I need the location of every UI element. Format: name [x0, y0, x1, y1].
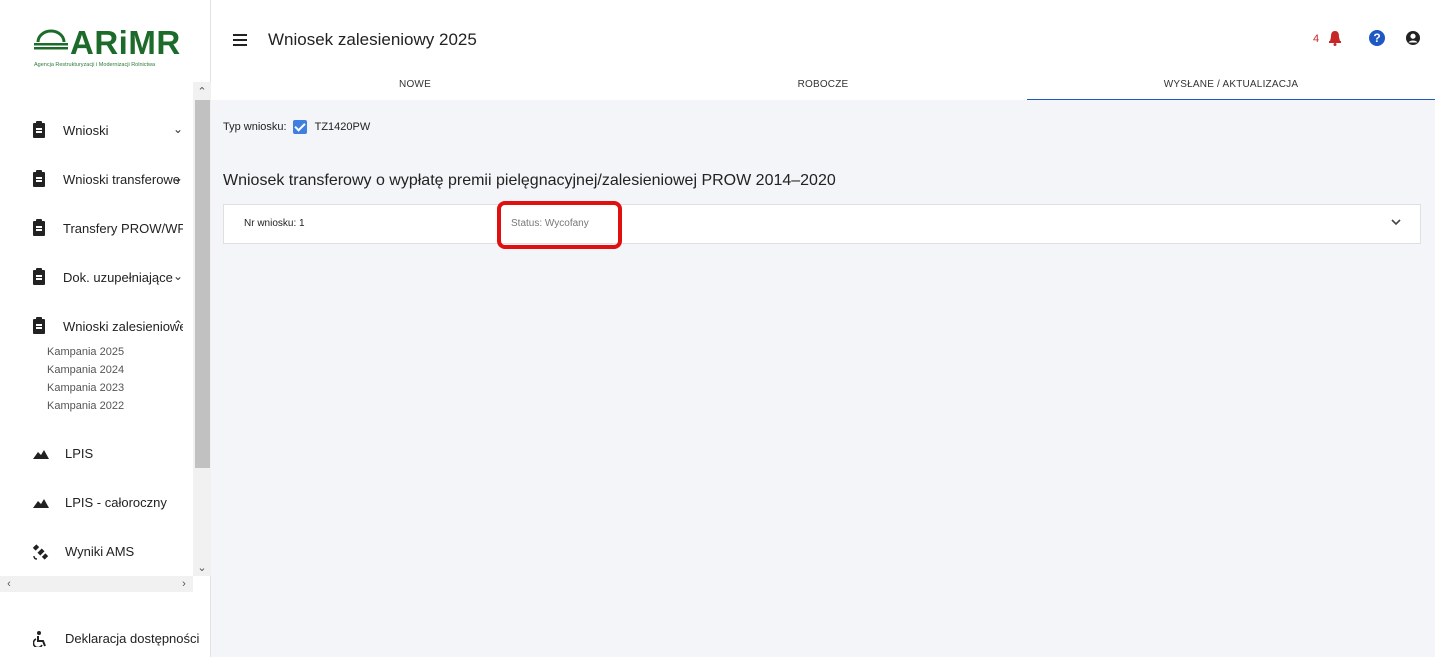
chevron-up-icon: ⌃	[172, 318, 183, 332]
chevron-down-icon: ⌄	[172, 122, 183, 136]
tab-wyslane-aktualizacja[interactable]: WYSŁANE / AKTUALIZACJA	[1027, 70, 1435, 100]
clipboard-icon	[33, 170, 45, 187]
notification-count-badge[interactable]: 4	[1313, 33, 1319, 45]
sidebar-item-wnioski-zalesieniowe[interactable]: Wnioski zalesieniowe ⌃	[0, 302, 193, 351]
submenu-item-kampania-2023[interactable]: Kampania 2023	[47, 379, 193, 397]
scroll-right-icon[interactable]: ›	[175, 576, 193, 592]
sidebar-menu: Wnioski ⌄ Wnioski transferowe ⌄ Transfer…	[0, 106, 193, 576]
chevron-down-icon: ⌄	[172, 171, 183, 185]
main-content: Typ wniosku: TZ1420PW Wniosek transferow…	[211, 100, 1435, 657]
mountain-icon	[33, 498, 49, 508]
type-checkbox[interactable]	[292, 120, 307, 134]
tab-robocze[interactable]: ROBOCZE	[619, 70, 1027, 100]
hamburger-menu-icon[interactable]	[233, 34, 247, 46]
logo-subtitle: Agencja Restrukturyzacji i Modernizacji …	[34, 62, 156, 68]
sidebar-item-lpis[interactable]: LPIS	[0, 429, 193, 478]
status-highlight-annotation	[497, 201, 622, 249]
sidebar-item-wnioski[interactable]: Wnioski ⌄	[0, 106, 193, 155]
scroll-up-icon[interactable]: ⌃	[193, 84, 211, 100]
scroll-down-icon[interactable]: ⌄	[193, 560, 211, 576]
logo-mark-icon	[34, 29, 68, 50]
sidebar-item-accessibility[interactable]: Deklaracja dostępności	[0, 620, 211, 657]
sidebar-scrollbar-horizontal[interactable]	[0, 576, 193, 592]
scroll-left-icon[interactable]: ‹	[0, 576, 18, 592]
submenu-item-kampania-2024[interactable]: Kampania 2024	[47, 361, 193, 379]
sidebar-item-label: Wnioski zalesieniowe	[63, 319, 183, 334]
tab-nowe[interactable]: NOWE	[211, 70, 619, 100]
accessibility-label: Deklaracja dostępności	[65, 631, 200, 646]
section-title: Wniosek transferowy o wypłatę premii pie…	[223, 172, 836, 189]
sidebar-item-label: LPIS	[65, 446, 94, 461]
submenu-kampanie: Kampania 2025 Kampania 2024 Kampania 202…	[0, 343, 193, 429]
clipboard-icon	[33, 219, 45, 236]
sidebar-item-lpis-caloroczny[interactable]: LPIS - całoroczny	[0, 478, 193, 527]
type-label: Typ wniosku:	[223, 121, 287, 133]
clipboard-icon	[33, 317, 45, 334]
application-card[interactable]: Nr wniosku: 1 Status: Wycofany	[223, 204, 1421, 244]
arimr-logo[interactable]: ARiMR Agencja Restrukturyzacji i Moderni…	[30, 18, 190, 88]
sidebar-item-label: Wyniki AMS	[65, 544, 135, 559]
help-icon[interactable]: ?	[1369, 30, 1385, 46]
sidebar: ARiMR Agencja Restrukturyzacji i Moderni…	[0, 0, 211, 657]
sidebar-scroll-thumb[interactable]	[195, 100, 210, 468]
satellite-icon	[33, 543, 49, 560]
type-value: TZ1420PW	[314, 121, 371, 133]
application-number: Nr wniosku: 1	[244, 218, 305, 229]
sidebar-item-dok-uzupelniajace[interactable]: Dok. uzupełniające ⌄	[0, 253, 193, 302]
logo-text: ARiMR	[70, 24, 181, 61]
sidebar-item-label: Transfery PROW/WPR	[63, 221, 183, 236]
chevron-down-icon[interactable]	[1390, 216, 1402, 228]
chevron-down-icon: ⌄	[172, 269, 183, 283]
clipboard-icon	[33, 121, 45, 138]
sidebar-item-transfery[interactable]: Transfery PROW/WPR	[0, 204, 193, 253]
mountain-icon	[33, 449, 49, 459]
submenu-item-kampania-2022[interactable]: Kampania 2022	[47, 397, 193, 415]
application-type-row: Typ wniosku: TZ1420PW	[223, 120, 370, 134]
sidebar-item-label: Dok. uzupełniające	[63, 270, 173, 285]
clipboard-icon	[33, 268, 45, 285]
user-account-icon[interactable]	[1405, 30, 1421, 46]
page-title: Wniosek zalesieniowy 2025	[268, 30, 477, 49]
sidebar-item-wyniki-ams[interactable]: Wyniki AMS	[0, 527, 193, 576]
bell-icon[interactable]	[1328, 30, 1342, 46]
sidebar-item-label: Wnioski transferowe	[63, 172, 181, 187]
sidebar-item-wnioski-transferowe[interactable]: Wnioski transferowe ⌄	[0, 155, 193, 204]
sidebar-item-label: Wnioski	[63, 123, 109, 138]
sidebar-item-label: LPIS - całoroczny	[65, 495, 167, 510]
accessibility-icon	[33, 630, 46, 647]
tab-bar: NOWE ROBOCZE WYSŁANE / AKTUALIZACJA	[211, 70, 1435, 100]
